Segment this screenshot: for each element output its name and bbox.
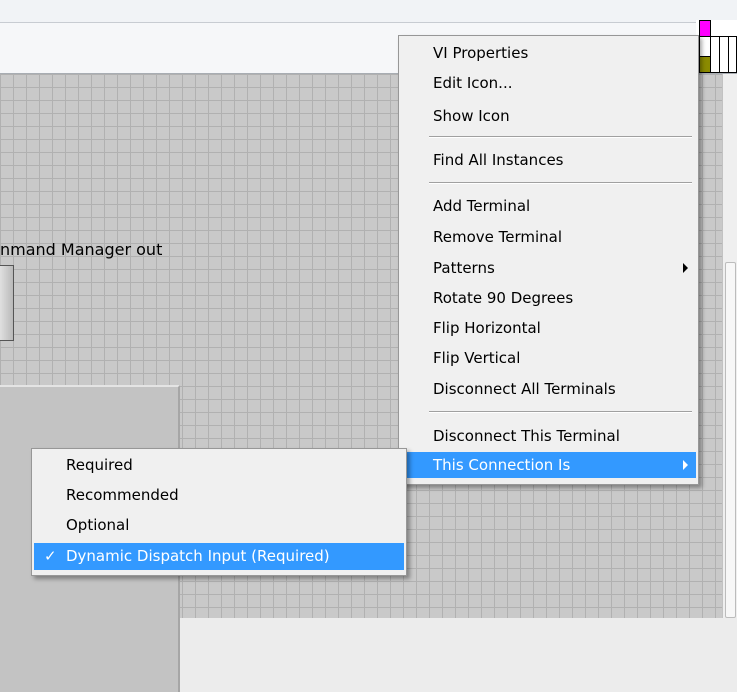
submenu-item-required[interactable]: Required — [34, 453, 404, 477]
submenu-arrow-icon — [683, 263, 688, 273]
menu-item-disconnect-all-terminals[interactable]: Disconnect All Terminals — [401, 377, 696, 401]
menu-item-show-icon[interactable]: Show Icon — [401, 104, 696, 128]
menu-item-vi-properties[interactable]: VI Properties — [401, 41, 696, 65]
menu-item-disconnect-this-terminal[interactable]: Disconnect This Terminal — [401, 424, 696, 448]
submenu-item-optional[interactable]: Optional — [34, 513, 404, 537]
connector-terminal-top-left[interactable] — [699, 20, 711, 37]
connector-pane-context-menu: VI Properties Edit Icon... Show Icon Fin… — [398, 35, 699, 485]
menu-item-find-all-instances[interactable]: Find All Instances — [401, 148, 696, 172]
connection-type-submenu: Required Recommended Optional ✓ Dynamic … — [31, 448, 407, 576]
menu-item-patterns[interactable]: Patterns — [401, 256, 696, 280]
submenu-arrow-icon — [683, 460, 688, 470]
connector-pane[interactable] — [696, 20, 737, 73]
command-manager-out-terminal[interactable] — [0, 265, 14, 341]
menu-item-flip-horizontal[interactable]: Flip Horizontal — [401, 316, 696, 340]
menu-item-this-connection-is[interactable]: This Connection Is — [401, 452, 696, 478]
checkmark-icon: ✓ — [44, 547, 57, 565]
menu-item-edit-icon[interactable]: Edit Icon... — [401, 71, 696, 95]
submenu-item-dynamic-dispatch-input[interactable]: ✓ Dynamic Dispatch Input (Required) — [34, 543, 404, 570]
connector-terminal-col4[interactable] — [728, 36, 737, 73]
command-manager-out-label: nmand Manager out — [0, 240, 163, 259]
submenu-item-recommended[interactable]: Recommended — [34, 483, 404, 507]
menu-separator — [429, 182, 692, 184]
menu-item-flip-vertical[interactable]: Flip Vertical — [401, 346, 696, 370]
menu-item-rotate-90[interactable]: Rotate 90 Degrees — [401, 286, 696, 310]
scrollbar-thumb[interactable] — [725, 262, 736, 618]
menu-item-remove-terminal[interactable]: Remove Terminal — [401, 225, 696, 249]
window-title-bar — [0, 0, 737, 23]
menu-separator — [429, 411, 692, 413]
menu-item-add-terminal[interactable]: Add Terminal — [401, 194, 696, 218]
menu-separator — [429, 136, 692, 138]
vertical-scrollbar[interactable] — [722, 74, 737, 618]
